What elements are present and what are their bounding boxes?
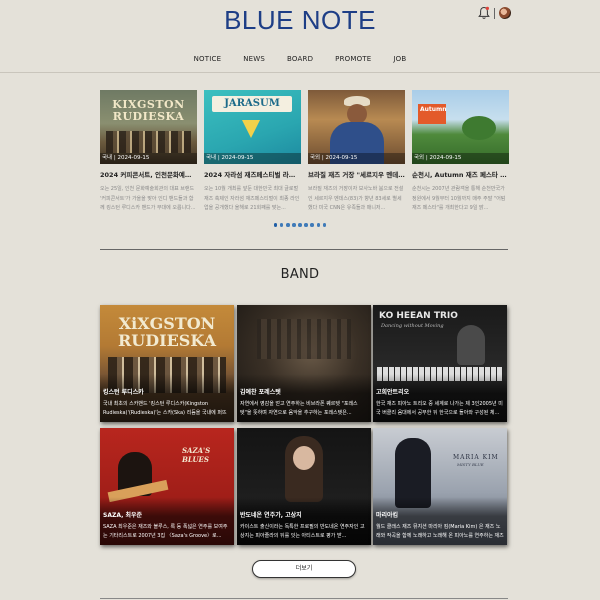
news-thumbnail: 국외 | 2024-09-15 (308, 90, 405, 164)
nav-notice[interactable]: NOTICE (194, 55, 222, 71)
carousel-dot[interactable] (316, 223, 321, 227)
news-excerpt: 브라질 재즈의 거장이자 보사노바 붐으로 전설인 세르지우 멘데스(83)가 … (308, 186, 404, 211)
carousel-dot[interactable] (310, 223, 314, 227)
avatar[interactable] (499, 7, 511, 19)
news-carousel: KIXGSTON RUDIESKA 국내 | 2024-09-15 2024 커피… (100, 90, 509, 215)
nav-job[interactable]: JOB (393, 55, 406, 71)
main-nav: NOTICE NEWS BOARD PROMOTE JOB (0, 55, 600, 71)
news-card[interactable]: JARASUM 국내 | 2024-09-15 2024 자라섬 재즈페스티벌 … (204, 90, 301, 213)
news-caption: 국내 | 2024-09-15 (100, 153, 197, 164)
nav-promote[interactable]: PROMOTE (335, 55, 371, 71)
carousel-dot[interactable] (273, 223, 278, 227)
news-excerpt: 순천시는 2007년 관람객을 통해 순천만국가정원에서 9월부터 10월까지 … (412, 186, 506, 211)
news-caption: 국외 | 2024-09-15 (308, 153, 405, 164)
nav-board[interactable]: BOARD (287, 55, 313, 71)
nav-divider (0, 72, 600, 73)
band-name: 고희안트리오 (376, 389, 410, 396)
section-divider (100, 249, 508, 250)
news-excerpt: 오는 25일, 인천 문화예술회관의 대표 브랜드 '커피콘서트'가 가을을 맞… (100, 186, 196, 211)
carousel-pagination (0, 223, 600, 229)
band-description: 국내 최초의 스카밴드 '킹스턴 루디스카(Kingston Rudieska)… (103, 401, 227, 416)
band-card[interactable]: XiXGSTON RUDIESKA 킹스턴 루디스카 국내 최초의 스카밴드 '킹… (100, 305, 234, 422)
band-name: SAZA, 최우준 (103, 512, 142, 519)
nav-news[interactable]: NEWS (243, 55, 265, 71)
band-card[interactable]: 김예찬 포레스텟 자연에서 영감을 얻고 연주하는 비브라폰 퀘르텟 "포레스텟… (237, 305, 371, 422)
band-description: SAZA 최우준은 재즈와 블루스, 록 등 폭넓은 연주를 보여주는 기타리스… (103, 524, 228, 539)
header-icons (478, 6, 511, 20)
bell-icon[interactable] (478, 6, 490, 20)
news-card[interactable]: 국외 | 2024-09-15 브라질 재즈 거장 "세르지우 멘데스" 별세 … (308, 90, 405, 213)
news-title[interactable]: 2024 자라섬 재즈페스티벌 라인업 공개 (204, 169, 301, 179)
news-caption: 국외 | 2024-09-15 (412, 153, 509, 164)
carousel-dot[interactable] (298, 223, 302, 227)
band-description: 월드 클래스 재즈 뮤지션 마리아 킴(Maria Kim) 은 재즈 노래와 … (376, 524, 504, 539)
footer-divider (100, 598, 508, 599)
carousel-dot[interactable] (279, 223, 284, 227)
band-description: 한국 재즈 피아노 트리오 중 세계로 나가는 제 3인2005년 미국 버클리… (376, 401, 503, 416)
carousel-dot[interactable] (304, 223, 308, 227)
header-divider (494, 7, 495, 19)
news-title[interactable]: 브라질 재즈 거장 "세르지우 멘데스" 별세 (308, 169, 405, 179)
news-thumbnail: KIXGSTON RUDIESKA 국내 | 2024-09-15 (100, 90, 197, 164)
news-excerpt: 오는 10월 개최를 앞둔 대한민국 최대 글로벌 재즈 축제인 자라섬 재즈페… (204, 186, 300, 211)
band-description: 카이스트 출신이라는 독특한 프로필의 반도네온 연주자인 고상지는 피아졸라의… (240, 524, 365, 539)
news-title[interactable]: 순천시, Autumn 재즈 페스타 개최 (412, 169, 509, 179)
band-name: 킹스턴 루디스카 (103, 389, 144, 396)
band-card[interactable]: MARIA KIM MISTY BLUE 마리아킴 월드 클래스 재즈 뮤지션 … (373, 428, 507, 545)
news-card[interactable]: KIXGSTON RUDIESKA 국내 | 2024-09-15 2024 커피… (100, 90, 197, 213)
band-card[interactable]: SAZA'S BLUES SAZA, 최우준 SAZA 최우준은 재즈와 블루스… (100, 428, 234, 545)
carousel-dot[interactable] (292, 223, 296, 227)
band-card[interactable]: KO HEEAN TRIO Dancing without Moving 고희안… (373, 305, 507, 422)
band-name: 마리아킴 (376, 512, 399, 519)
news-card[interactable]: Autumn 국외 | 2024-09-15 순천시, Autumn 재즈 페스… (412, 90, 509, 213)
band-section-title: BAND (280, 267, 320, 282)
carousel-dot[interactable] (322, 223, 327, 227)
news-title[interactable]: 2024 커피콘서트, 인천문화예술회관 (100, 169, 197, 179)
more-button[interactable]: 더보기 (252, 560, 356, 578)
band-name: 김예찬 포레스텟 (240, 389, 281, 396)
news-caption: 국내 | 2024-09-15 (204, 153, 301, 164)
band-description: 자연에서 영감을 얻고 연주하는 비브라폰 퀘르텟 "포레스텟"을 뜻하며 자연… (240, 401, 358, 416)
news-thumbnail: JARASUM 국내 | 2024-09-15 (204, 90, 301, 164)
carousel-dot[interactable] (286, 223, 290, 227)
news-thumbnail: Autumn 국외 | 2024-09-15 (412, 90, 509, 164)
band-name: 반도네온 연주가, 고상지 (240, 512, 302, 519)
band-card[interactable]: 반도네온 연주가, 고상지 카이스트 출신이라는 독특한 프로필의 반도네온 연… (237, 428, 371, 545)
